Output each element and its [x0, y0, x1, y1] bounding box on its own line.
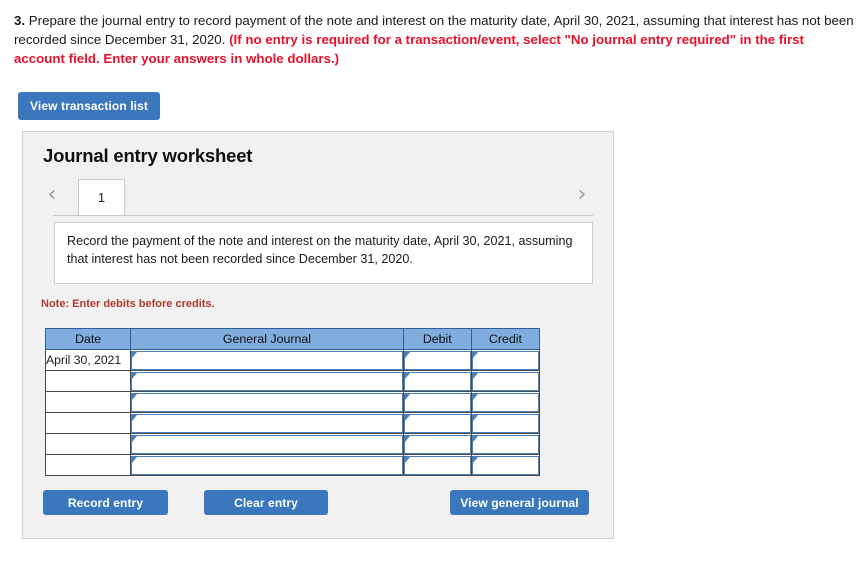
worksheet-description: Record the payment of the note and inter…: [54, 222, 593, 284]
table-row: [44, 370, 541, 392]
journal-entry-worksheet-panel: Journal entry worksheet ‹ 1 › Record the…: [22, 131, 614, 539]
credit-cell[interactable]: [470, 454, 541, 476]
date-cell[interactable]: [44, 454, 132, 476]
table-row: [44, 454, 541, 476]
general-journal-cell[interactable]: [130, 433, 404, 455]
record-entry-button[interactable]: Record entry: [43, 490, 168, 515]
debit-input[interactable]: [403, 350, 471, 370]
credit-input[interactable]: [471, 371, 539, 391]
debit-input[interactable]: [403, 413, 471, 433]
tab-strip-divider: [53, 215, 593, 216]
table-row: [44, 391, 541, 413]
general-journal-input[interactable]: [131, 392, 403, 412]
view-general-journal-button[interactable]: View general journal: [450, 490, 589, 515]
date-cell[interactable]: April 30, 2021: [44, 349, 132, 371]
credit-cell[interactable]: [470, 370, 541, 392]
debit-cell[interactable]: [402, 433, 472, 455]
table-row: [44, 433, 541, 455]
credit-input[interactable]: [471, 434, 539, 454]
journal-entry-table: Date General Journal Debit Credit April …: [44, 328, 541, 476]
date-cell[interactable]: [44, 433, 132, 455]
general-journal-input[interactable]: [131, 434, 403, 454]
date-cell[interactable]: [44, 412, 132, 434]
general-journal-cell[interactable]: [130, 370, 404, 392]
debit-cell[interactable]: [402, 412, 472, 434]
debit-cell[interactable]: [402, 454, 472, 476]
general-journal-cell[interactable]: [130, 349, 404, 371]
date-cell[interactable]: [44, 370, 132, 392]
debit-input[interactable]: [403, 371, 471, 391]
chevron-left-icon[interactable]: ‹: [41, 184, 63, 207]
debit-input[interactable]: [403, 434, 471, 454]
view-transaction-list-button[interactable]: View transaction list: [18, 92, 160, 120]
chevron-right-icon[interactable]: ›: [571, 184, 593, 207]
question-number: 3.: [14, 13, 26, 28]
general-journal-cell[interactable]: [130, 412, 404, 434]
column-header-general-journal: General Journal: [130, 328, 404, 350]
debit-cell[interactable]: [402, 370, 472, 392]
general-journal-input[interactable]: [131, 413, 403, 433]
debit-cell[interactable]: [402, 349, 472, 371]
worksheet-tab-strip: ‹ 1 ›: [23, 176, 615, 216]
general-journal-input[interactable]: [131, 350, 403, 370]
credit-input[interactable]: [471, 455, 539, 475]
debits-before-credits-note: Note: Enter debits before credits.: [41, 298, 215, 310]
credit-input[interactable]: [471, 392, 539, 412]
general-journal-cell[interactable]: [130, 454, 404, 476]
column-header-credit: Credit: [470, 328, 541, 350]
credit-input[interactable]: [471, 350, 539, 370]
column-header-debit: Debit: [402, 328, 472, 350]
debit-cell[interactable]: [402, 391, 472, 413]
debit-input[interactable]: [403, 392, 471, 412]
general-journal-input[interactable]: [131, 371, 403, 391]
column-header-date: Date: [44, 328, 132, 350]
credit-cell[interactable]: [470, 391, 541, 413]
table-row: April 30, 2021: [44, 349, 541, 371]
table-header-row: Date General Journal Debit Credit: [44, 328, 541, 350]
credit-cell[interactable]: [470, 412, 541, 434]
clear-entry-button[interactable]: Clear entry: [204, 490, 328, 515]
credit-cell[interactable]: [470, 433, 541, 455]
question-prompt: 3. Prepare the journal entry to record p…: [14, 11, 854, 68]
worksheet-title: Journal entry worksheet: [43, 145, 253, 166]
date-cell[interactable]: [44, 391, 132, 413]
worksheet-tab-1[interactable]: 1: [78, 179, 125, 216]
table-row: [44, 412, 541, 434]
general-journal-cell[interactable]: [130, 391, 404, 413]
debit-input[interactable]: [403, 455, 471, 475]
credit-cell[interactable]: [470, 349, 541, 371]
credit-input[interactable]: [471, 413, 539, 433]
general-journal-input[interactable]: [131, 455, 403, 475]
